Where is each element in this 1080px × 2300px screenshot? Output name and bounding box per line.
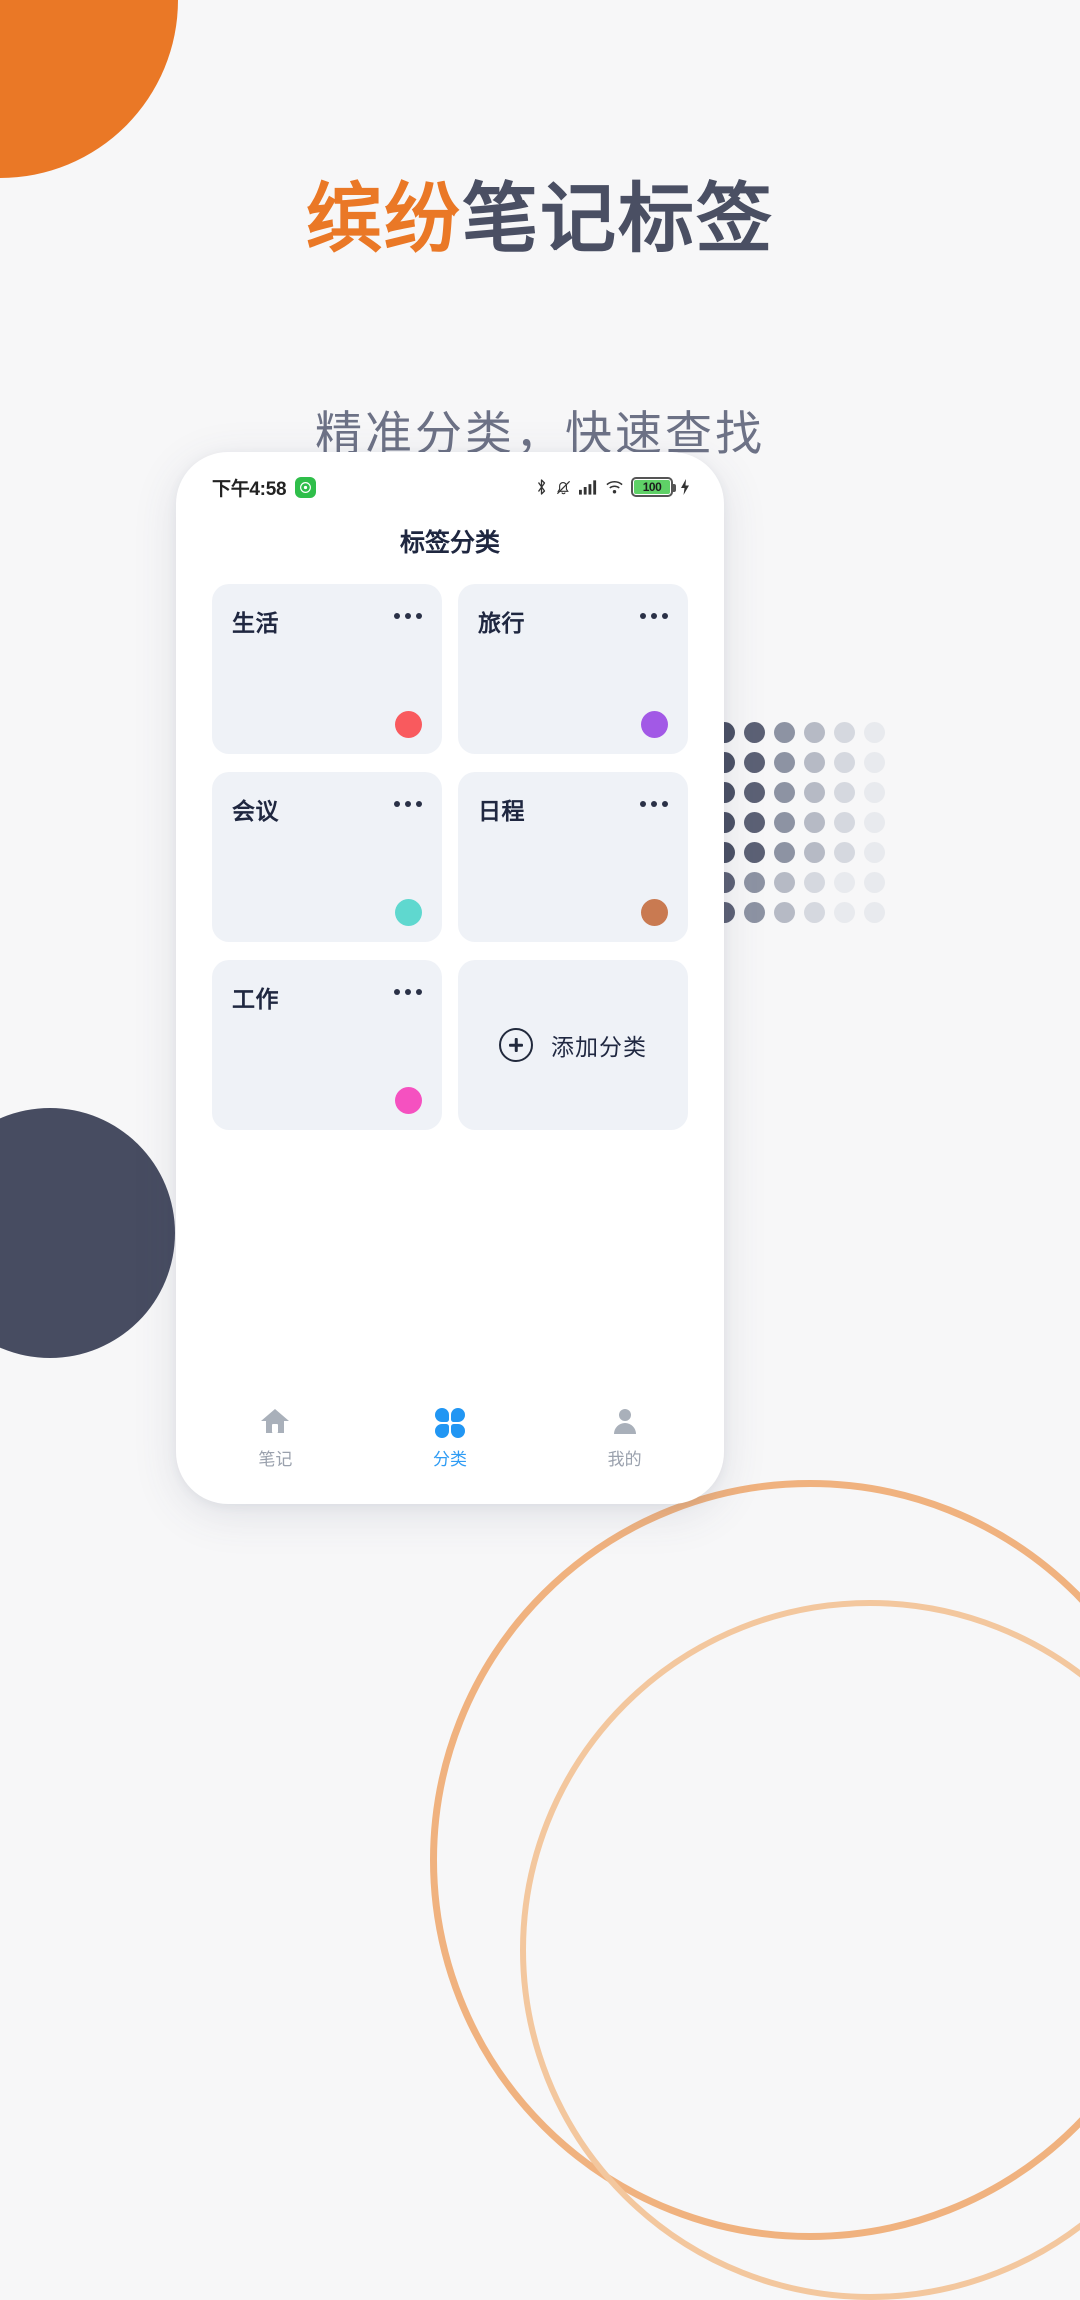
decorative-dot (834, 722, 855, 743)
mute-bell-icon (555, 479, 572, 496)
more-icon[interactable] (394, 604, 422, 619)
plus-circle-icon (499, 1028, 533, 1062)
bluetooth-icon (535, 478, 548, 496)
battery-percent: 100 (642, 480, 662, 494)
category-card[interactable]: 旅行 (458, 584, 688, 754)
add-category-label: 添加分类 (551, 1034, 647, 1060)
decorative-dot (744, 842, 765, 863)
headline-accent: 缤纷 (306, 177, 462, 262)
decorative-dot (744, 752, 765, 773)
phone-mockup: 下午4:58 100 标签分类 生活 旅行 会议 日程 工作 添加分类 笔记 分… (176, 452, 724, 1504)
category-card[interactable]: 生活 (212, 584, 442, 754)
decorative-dot (834, 872, 855, 893)
decorative-dot (834, 782, 855, 803)
tab-grid-petals[interactable]: 分类 (395, 1408, 505, 1470)
decorative-dot (864, 722, 885, 743)
signal-icon (579, 479, 598, 495)
decorative-dot (804, 722, 825, 743)
category-color-dot (395, 711, 422, 738)
decorative-dot-matrix (714, 722, 894, 932)
decorative-dot (774, 812, 795, 833)
decorative-dot (744, 812, 765, 833)
decorative-quarter-circle (0, 0, 178, 178)
decorative-dot (774, 752, 795, 773)
status-bar: 下午4:58 100 (188, 464, 712, 510)
decorative-dot (864, 842, 885, 863)
decorative-dot (834, 812, 855, 833)
status-app-badge-icon (295, 476, 317, 498)
category-color-dot (395, 899, 422, 926)
person-icon (611, 1407, 639, 1440)
decorative-dot (774, 872, 795, 893)
decorative-dot (834, 902, 855, 923)
category-name: 会议 (232, 798, 279, 824)
decorative-dot (864, 902, 885, 923)
category-color-dot (395, 1087, 422, 1114)
decorative-dot (744, 902, 765, 923)
decorative-dot (864, 812, 885, 833)
decorative-dot (804, 782, 825, 803)
home-icon (260, 1407, 290, 1440)
decorative-dark-circle (0, 1108, 175, 1358)
grid-petals-icon (434, 1408, 465, 1438)
category-color-dot (641, 711, 668, 738)
charging-bolt-icon (680, 479, 690, 495)
more-icon[interactable] (640, 792, 668, 807)
decorative-dot (744, 872, 765, 893)
phone-screen: 下午4:58 100 标签分类 生活 旅行 会议 日程 工作 添加分类 笔记 分… (188, 464, 712, 1492)
bottom-tab-bar: 笔记 分类 我的 (188, 1396, 712, 1492)
category-card[interactable]: 会议 (212, 772, 442, 942)
decorative-dot (864, 872, 885, 893)
decorative-dot (804, 902, 825, 923)
decorative-dot (834, 752, 855, 773)
decorative-dot (804, 812, 825, 833)
decorative-dot (744, 722, 765, 743)
add-category-button[interactable]: 添加分类 (458, 960, 688, 1130)
category-color-dot (641, 899, 668, 926)
category-name: 日程 (478, 798, 525, 824)
more-icon[interactable] (394, 792, 422, 807)
decorative-dot (804, 842, 825, 863)
wifi-icon (605, 479, 624, 495)
decorative-dot (834, 842, 855, 863)
category-card[interactable]: 工作 (212, 960, 442, 1130)
category-grid: 生活 旅行会议 日程工作添加分类 (188, 572, 712, 1130)
page-headline: 缤纷笔记标签 (0, 182, 1080, 258)
decorative-dot (774, 842, 795, 863)
tab-label: 分类 (432, 1450, 467, 1469)
tab-person[interactable]: 我的 (570, 1408, 680, 1470)
decorative-dot (864, 782, 885, 803)
category-name: 工作 (232, 986, 279, 1012)
decorative-dot (774, 782, 795, 803)
more-icon[interactable] (394, 980, 422, 995)
headline-main: 笔记标签 (462, 177, 774, 262)
tab-home[interactable]: 笔记 (220, 1408, 330, 1470)
decorative-dot (774, 902, 795, 923)
decorative-dot (774, 722, 795, 743)
more-icon[interactable] (640, 604, 668, 619)
status-time: 下午4:58 (212, 478, 287, 500)
tab-label: 我的 (607, 1450, 642, 1469)
decorative-dot (804, 752, 825, 773)
category-name: 旅行 (478, 610, 525, 636)
decorative-dot (744, 782, 765, 803)
decorative-dot (864, 752, 885, 773)
decorative-dot (804, 872, 825, 893)
tab-label: 笔记 (258, 1450, 293, 1469)
battery-icon: 100 (631, 477, 676, 497)
page-title: 标签分类 (399, 529, 500, 557)
category-card[interactable]: 日程 (458, 772, 688, 942)
category-name: 生活 (232, 610, 279, 636)
